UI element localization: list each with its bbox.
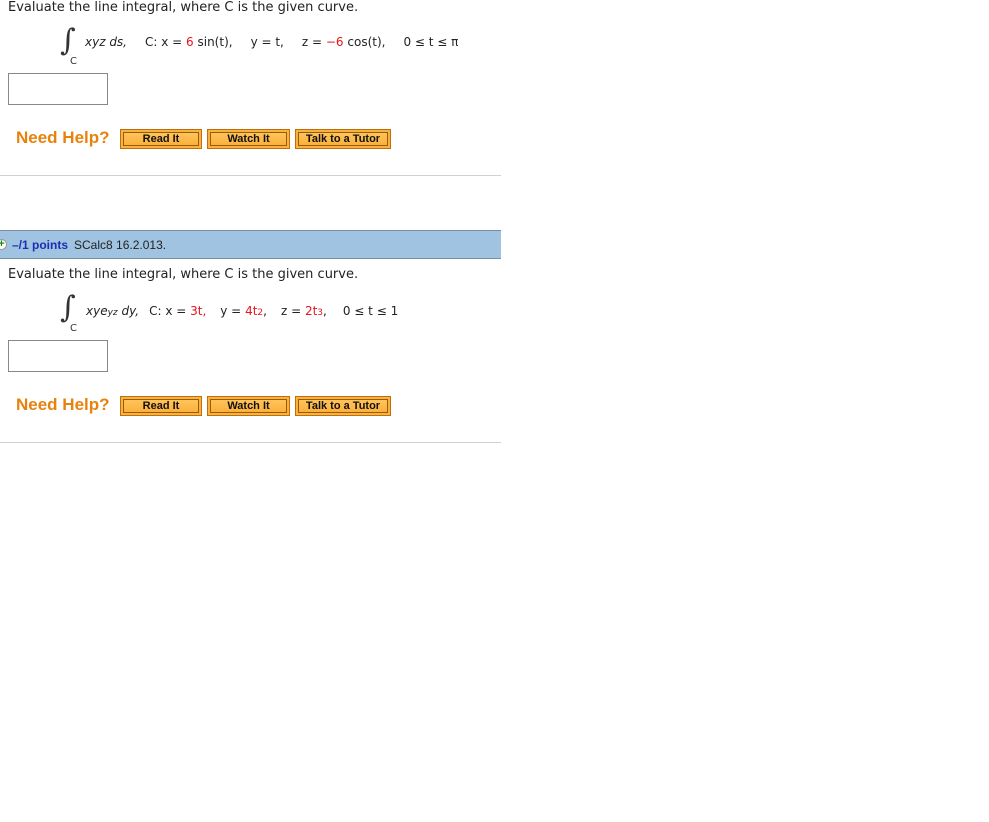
integrand-exponent: yz (107, 308, 118, 318)
question2-answer-input[interactable] (8, 340, 108, 372)
integral-subscript: C (70, 323, 77, 334)
integral-symbol: ∫ (60, 23, 76, 58)
question2-talk-to-tutor-button[interactable]: Talk to a Tutor (295, 396, 391, 416)
divider (0, 442, 501, 443)
question1-need-help-label: Need Help? (16, 128, 110, 147)
y-coefficient: 4t (245, 304, 258, 318)
divider (0, 175, 501, 176)
x-coefficient: 6 (186, 35, 194, 49)
question1-read-it-button[interactable]: Read It (120, 129, 202, 149)
question1-talk-to-tutor-button[interactable]: Talk to a Tutor (295, 129, 391, 149)
integrand-tail: dy, (117, 304, 140, 318)
integrand: xyz ds, (85, 35, 127, 49)
question2-need-help-label: Need Help? (16, 395, 110, 414)
y-label: y = (220, 304, 246, 318)
question1-prompt: Evaluate the line integral, where C is t… (8, 0, 359, 15)
plus-circle-icon[interactable]: + (0, 239, 7, 250)
y-equation: y = t, (250, 35, 284, 49)
z-rest: cos(t), (343, 35, 386, 49)
integrand-base: xye (86, 304, 108, 318)
question2-prompt: Evaluate the line integral, where C is t… (8, 267, 359, 282)
question2-header: + –/1 points SCalc8 16.2.013. (0, 230, 501, 259)
z-label: z = (301, 35, 326, 49)
question2-read-it-button[interactable]: Read It (120, 396, 202, 416)
integral-symbol: ∫ (60, 290, 76, 325)
question1-answer-input[interactable] (8, 73, 108, 105)
points-label: –/1 points (12, 237, 69, 252)
curve-label: C: x = (145, 35, 187, 49)
talk-to-tutor-label: Talk to a Tutor (298, 132, 388, 146)
watch-it-label: Watch It (210, 399, 287, 413)
t-range: 0 ≤ t ≤ 1 (342, 304, 399, 318)
read-it-label: Read It (123, 132, 199, 146)
question1-watch-it-button[interactable]: Watch It (207, 129, 290, 149)
integral-subscript: C (70, 56, 77, 67)
t-range: 0 ≤ t ≤ π (403, 35, 459, 49)
problem-id: SCalc8 16.2.013. (74, 237, 167, 252)
talk-to-tutor-label: Talk to a Tutor (298, 399, 388, 413)
read-it-label: Read It (123, 399, 199, 413)
x-coefficient: 3t, (190, 304, 207, 318)
watch-it-label: Watch It (210, 132, 287, 146)
z-coefficient: −6 (325, 35, 344, 49)
z-label: z = (280, 304, 305, 318)
z-coefficient: 2t (304, 304, 318, 318)
curve-label: C: x = (149, 304, 191, 318)
question2-watch-it-button[interactable]: Watch It (207, 396, 290, 416)
x-rest: sin(t), (193, 35, 233, 49)
